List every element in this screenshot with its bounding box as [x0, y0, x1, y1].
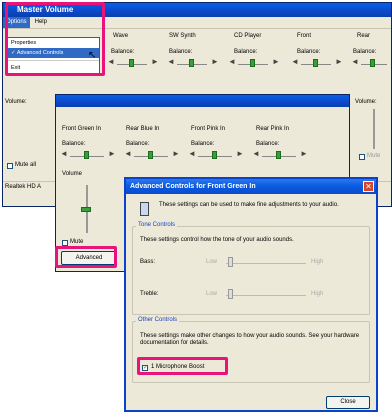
mute-checkbox[interactable]	[359, 154, 365, 160]
dialog-titlebar[interactable]: Advanced Controls for Front Green In	[126, 179, 376, 194]
close-icon[interactable]: ✕	[363, 181, 374, 192]
left-speaker-icon: ◄	[107, 57, 115, 66]
treble-label: Treble:	[140, 291, 159, 297]
column-header-front: Front	[297, 33, 312, 39]
balance-slider-thumb[interactable]	[212, 151, 217, 159]
right-speaker-icon: ►	[108, 149, 116, 158]
mixer-icon	[140, 202, 149, 216]
volume-label: Volume	[62, 171, 83, 177]
volume-slider-thumb[interactable]	[81, 207, 91, 212]
right-speaker-icon: ►	[272, 57, 280, 66]
mute-all-checkbox[interactable]	[7, 163, 13, 169]
column-header-rear-pink-in: Rear Pink In	[256, 126, 290, 132]
column-header-cd-player: CD Player	[234, 33, 262, 39]
right-speaker-icon: ►	[151, 57, 159, 66]
left-speaker-icon: ◄	[228, 57, 236, 66]
balance-label: Balance:	[169, 49, 193, 55]
volume-label: Volume:	[5, 99, 27, 105]
treble-low-label: Low	[206, 291, 218, 297]
balance-label: Balance:	[126, 141, 150, 147]
bass-slider-thumb[interactable]	[228, 257, 233, 267]
column-header-front-pink-in: Front Pink In	[191, 126, 226, 132]
bass-low-label: Low	[206, 259, 218, 265]
balance-label: Balance:	[256, 141, 280, 147]
balance-slider-thumb[interactable]	[84, 151, 89, 159]
balance-label: Balance:	[191, 141, 215, 147]
right-speaker-icon: ►	[236, 149, 244, 158]
balance-label: Balance:	[234, 49, 258, 55]
right-speaker-icon: ►	[335, 57, 343, 66]
left-speaker-icon: ◄	[60, 149, 68, 158]
column-header-rear: Rear	[357, 33, 371, 39]
column-header-rear-blue-in: Rear Blue In	[126, 126, 160, 132]
status-text: Realtek HD A	[5, 184, 42, 190]
balance-label: Balance:	[62, 141, 86, 147]
column-header-wave: Wave	[113, 33, 129, 39]
column-header-sw-synth: SW Synth	[169, 33, 196, 39]
right-speaker-icon: ►	[172, 149, 180, 158]
dialog-title: Advanced Controls for Front Green In	[130, 183, 256, 190]
balance-slider-thumb[interactable]	[370, 59, 375, 67]
volume-slider[interactable]	[373, 109, 375, 149]
tone-controls-description: These settings control how the tone of y…	[140, 237, 294, 243]
mute-label: Mute	[70, 239, 84, 245]
highlight-advanced-button	[55, 246, 117, 268]
left-speaker-icon: ◄	[124, 149, 132, 158]
left-speaker-icon: ◄	[351, 57, 359, 66]
close-button[interactable]: Close	[326, 396, 370, 409]
other-controls-description: These settings make other changes to how…	[140, 333, 360, 346]
balance-label: Balance:	[353, 49, 377, 55]
left-speaker-icon: ◄	[167, 57, 175, 66]
left-speaker-icon: ◄	[291, 57, 299, 66]
balance-slider-thumb[interactable]	[129, 59, 134, 67]
highlight-options-menu	[5, 2, 105, 76]
treble-slider-thumb[interactable]	[228, 289, 233, 299]
bass-high-label: High	[311, 259, 324, 265]
dialog-intro-text: These settings can be used to make fine …	[159, 202, 339, 208]
balance-label: Balance:	[297, 49, 321, 55]
volume-label: Volume:	[355, 99, 377, 105]
advanced-controls-dialog: Advanced Controls for Front Green In ✕ T…	[124, 177, 378, 412]
balance-slider-thumb[interactable]	[148, 151, 153, 159]
mute-all-label: Mute all	[15, 162, 37, 168]
right-speaker-icon: ►	[211, 57, 219, 66]
bass-label: Bass:	[140, 259, 156, 265]
balance-slider-thumb[interactable]	[313, 59, 318, 67]
recording-control-titlebar[interactable]	[56, 95, 349, 107]
treble-slider[interactable]	[226, 295, 306, 296]
balance-slider-thumb[interactable]	[189, 59, 194, 67]
balance-slider-thumb[interactable]	[250, 59, 255, 67]
left-speaker-icon: ◄	[252, 149, 260, 158]
left-speaker-icon: ◄	[188, 149, 196, 158]
balance-label: Balance:	[111, 49, 135, 55]
balance-slider-thumb[interactable]	[276, 151, 281, 159]
bass-slider[interactable]	[226, 263, 306, 264]
treble-high-label: High	[311, 291, 324, 297]
right-speaker-icon: ►	[300, 149, 308, 158]
highlight-microphone-boost	[137, 357, 228, 375]
tone-controls-label: Tone Controls	[136, 222, 178, 228]
mute-label: Mute	[367, 153, 381, 159]
other-controls-label: Other Controls	[136, 317, 180, 323]
column-header-front-green-in: Front Green In	[62, 126, 102, 132]
